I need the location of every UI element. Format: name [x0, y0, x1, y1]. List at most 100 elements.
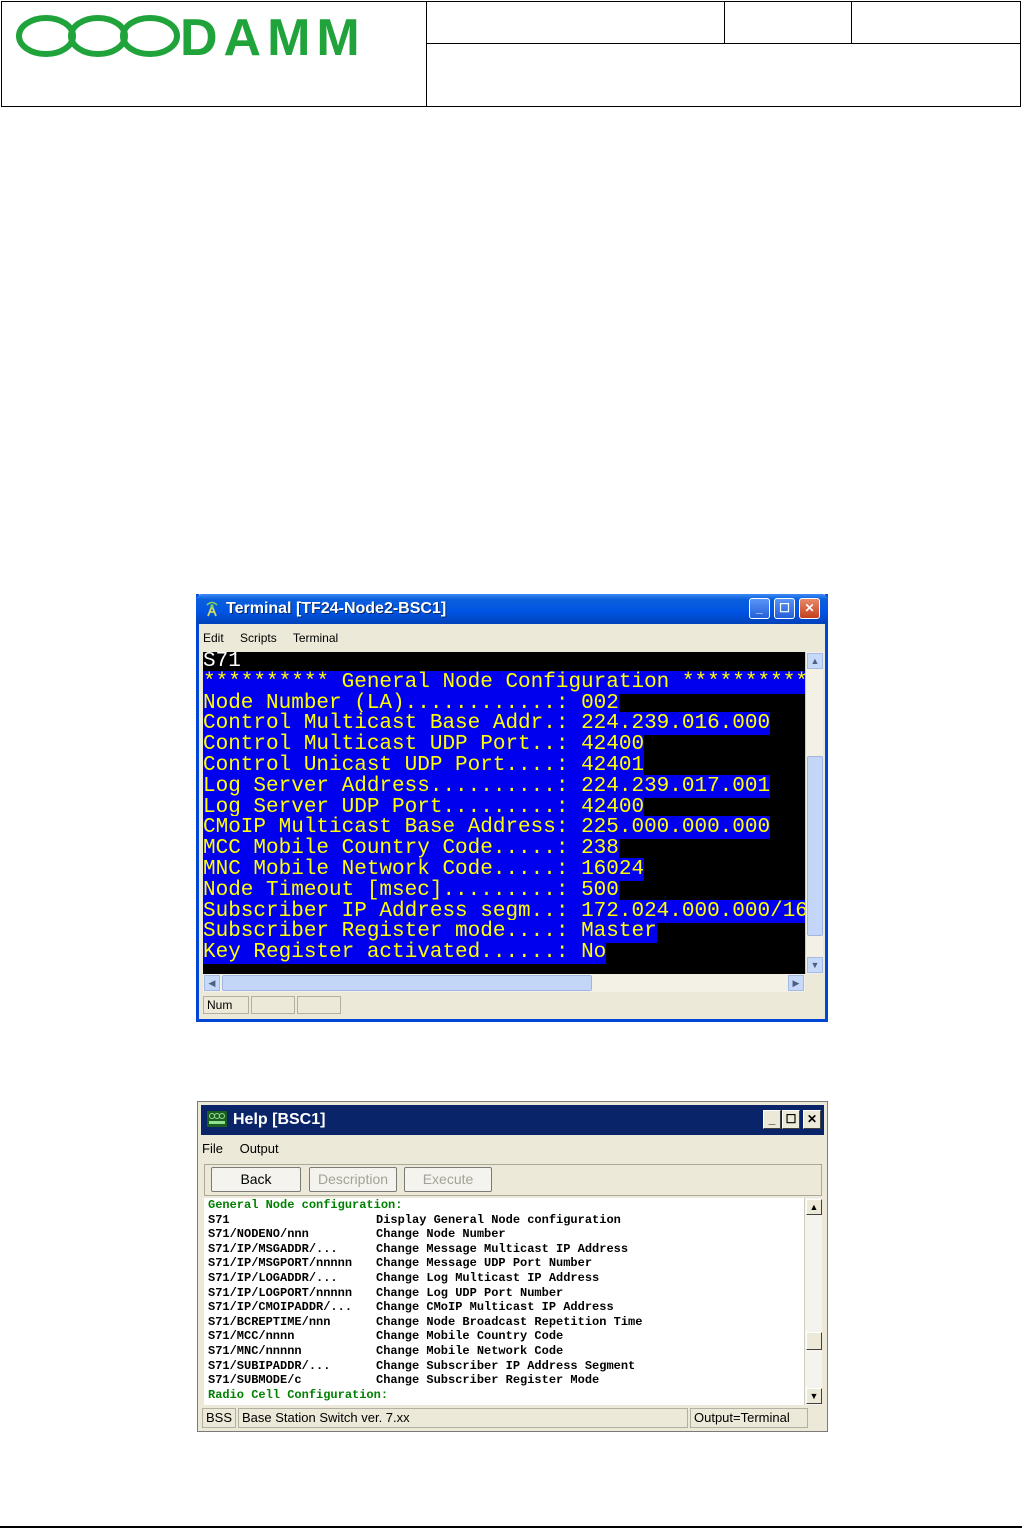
help-menubar: File Output	[202, 1141, 823, 1156]
help-vertical-scrollbar[interactable]: ▲ ▼	[804, 1198, 822, 1405]
terminal-config-text: Key Register activated......: No	[203, 941, 607, 965]
terminal-title-bar[interactable]: Terminal [TF24-Node2-BSC1] _ ☐ ✕	[196, 594, 828, 624]
terminal-config-row: CMoIP Multicast Base Address: 225.000.00…	[203, 816, 805, 840]
back-button[interactable]: Back	[211, 1167, 301, 1192]
config-label: Control Multicast Base Addr.:	[203, 712, 582, 736]
help-entry-row[interactable]: S71/BCREPTIME/nnn Change Node Broadcast R…	[204, 1315, 804, 1330]
header-cell	[427, 2, 725, 43]
menu-file[interactable]: File	[202, 1141, 223, 1156]
minimize-button[interactable]: _	[763, 1110, 781, 1129]
help-entry-row[interactable]: S71/IP/LOGADDR/... Change Log Multicast I…	[204, 1271, 804, 1286]
help-entry-row[interactable]: S71/MNC/nnnnn Change Mobile Network Code	[204, 1344, 804, 1359]
terminal-header-line: ********** General Node Configuration **…	[203, 670, 805, 694]
terminal-menubar: Edit Scripts Terminal	[203, 631, 821, 645]
terminal-config-row: Log Server Address..........: 224.239.01…	[203, 774, 805, 798]
terminal-config-text: MCC Mobile Country Code.....: 238	[203, 837, 619, 861]
minimize-button[interactable]: _	[749, 598, 770, 619]
maximize-button[interactable]: ☐	[782, 1110, 800, 1129]
help-entry-row[interactable]: S71 Display General Node configuration	[204, 1213, 804, 1228]
config-value: Master	[581, 920, 657, 944]
terminal-horizontal-scrollbar[interactable]: ◀ ▶	[203, 974, 805, 992]
header-row-2	[427, 44, 1020, 106]
help-description: Change Log UDP Port Number	[376, 1285, 564, 1300]
terminal-vertical-scrollbar[interactable]: ▲ ▼	[805, 652, 823, 974]
minimize-icon: _	[768, 1112, 776, 1126]
scroll-thumb[interactable]	[806, 1332, 822, 1350]
help-description: Change Message Multicast IP Address	[376, 1241, 629, 1256]
config-label: Key Register activated......:	[203, 941, 582, 965]
config-label: Control Multicast UDP Port..:	[203, 733, 582, 757]
scroll-thumb[interactable]	[807, 756, 823, 936]
config-label: Node Timeout [msec].........:	[203, 878, 582, 902]
help-description: Change Node Number	[376, 1227, 506, 1242]
help-entry-row[interactable]: S71/IP/CMOIPADDR/... Change CMoIP Multica…	[204, 1300, 804, 1315]
config-label: Subscriber Register mode....:	[203, 920, 582, 944]
status-num: Num	[203, 996, 249, 1014]
scroll-thumb[interactable]	[222, 975, 592, 991]
close-button[interactable]: ✕	[803, 1110, 821, 1129]
help-entry-row[interactable]: S71/IP/LOGPORT/nnnnn Change Log UDP Port …	[204, 1286, 804, 1301]
execute-button[interactable]: Execute	[404, 1167, 492, 1192]
terminal-config-text: Node Number (LA)............: 002	[203, 691, 619, 715]
damm-app-icon	[207, 1111, 227, 1127]
scroll-up-arrow-icon[interactable]: ▲	[807, 653, 823, 669]
config-label: Log Server Address..........:	[203, 774, 582, 798]
menu-edit[interactable]: Edit	[203, 631, 224, 645]
help-command: S71	[208, 1212, 230, 1227]
help-entry-row[interactable]: S71/MCC/nnnn Change Mobile Country Code	[204, 1329, 804, 1344]
terminal-statusbar: Num	[203, 996, 823, 1014]
close-icon: ✕	[804, 601, 815, 615]
terminal-output[interactable]: S71 ********** General Node Configuratio…	[203, 652, 805, 974]
help-content[interactable]: General Node configuration: S71 Display G…	[204, 1198, 804, 1405]
help-entry-row[interactable]: S71/SUBMODE/c Change Subscriber Register …	[204, 1373, 804, 1388]
config-value: 42401	[581, 753, 645, 777]
menu-terminal[interactable]: Terminal	[293, 631, 338, 645]
footer-rule	[0, 1526, 1022, 1528]
scroll-down-arrow-icon[interactable]: ▼	[807, 957, 823, 973]
header-row-1	[427, 2, 1020, 44]
terminal-config-row: Node Number (LA)............: 002	[203, 691, 805, 715]
status-version: Base Station Switch ver. 7.xx	[238, 1408, 688, 1428]
scroll-right-arrow-icon[interactable]: ▶	[788, 975, 804, 991]
menu-output[interactable]: Output	[240, 1141, 279, 1156]
menu-scripts[interactable]: Scripts	[240, 631, 277, 645]
scroll-left-arrow-icon[interactable]: ◀	[204, 975, 220, 991]
help-command: S71/IP/MSGPORT/nnnnn	[208, 1256, 353, 1271]
config-label: Node Number (LA)............:	[203, 691, 582, 715]
close-button[interactable]: ✕	[799, 598, 820, 619]
status-cell-empty	[297, 996, 341, 1014]
terminal-header-text: ********** General Node Configuration **…	[203, 670, 805, 694]
scroll-down-arrow-icon[interactable]: ▼	[806, 1388, 822, 1404]
status-bss: BSS	[202, 1408, 236, 1428]
help-entry-row[interactable]: S71/SUBIPADDR/... Change Subscriber IP Ad…	[204, 1359, 804, 1374]
help-description: Change Mobile Network Code	[376, 1343, 564, 1358]
config-label: CMoIP Multicast Base Address:	[203, 816, 582, 840]
status-output: Output=Terminal	[690, 1408, 808, 1428]
terminal-config-row: Log Server UDP Port.........: 42400	[203, 795, 805, 819]
terminal-command-line: S71	[203, 652, 241, 673]
terminal-title: Terminal [TF24-Node2-BSC1]	[226, 600, 447, 617]
help-section-title: Radio Cell Configuration:	[208, 1387, 389, 1402]
help-title-bar[interactable]: Help [BSC1] _ ☐ ✕	[201, 1105, 824, 1135]
maximize-button[interactable]: ☐	[774, 598, 795, 619]
help-command: S71/IP/MSGADDR/...	[208, 1241, 338, 1256]
terminal-config-text: Log Server UDP Port.........: 42400	[203, 795, 645, 819]
config-value: 002	[581, 691, 619, 715]
terminal-config-row: MCC Mobile Country Code.....: 238	[203, 837, 805, 861]
terminal-config-text: Control Multicast UDP Port..: 42400	[203, 733, 645, 757]
help-command: S71/MCC/nnnn	[208, 1329, 295, 1344]
help-entry-row[interactable]: S71/NODENO/nnn Change Node Number	[204, 1227, 804, 1242]
help-command: S71/SUBMODE/c	[208, 1373, 302, 1388]
help-description: Change Mobile Country Code	[376, 1329, 564, 1344]
config-label: Subscriber IP Address segm..:	[203, 899, 582, 923]
antenna-icon	[206, 601, 218, 617]
help-command: S71/IP/LOGPORT/nnnnn	[208, 1285, 353, 1300]
help-entry-row[interactable]: S71/IP/MSGADDR/... Change Message Multica…	[204, 1242, 804, 1257]
terminal-config-text: Node Timeout [msec].........: 500	[203, 878, 619, 902]
config-value: 224.239.016.000	[581, 712, 771, 736]
config-label: MNC Mobile Network Code.....:	[203, 857, 582, 881]
description-button[interactable]: Description	[309, 1167, 397, 1192]
scroll-up-arrow-icon[interactable]: ▲	[806, 1199, 822, 1215]
help-window: Help [BSC1] _ ☐ ✕ File Output Back Descr…	[197, 1101, 828, 1432]
help-entry-row[interactable]: S71/IP/MSGPORT/nnnnn Change Message UDP P…	[204, 1256, 804, 1271]
